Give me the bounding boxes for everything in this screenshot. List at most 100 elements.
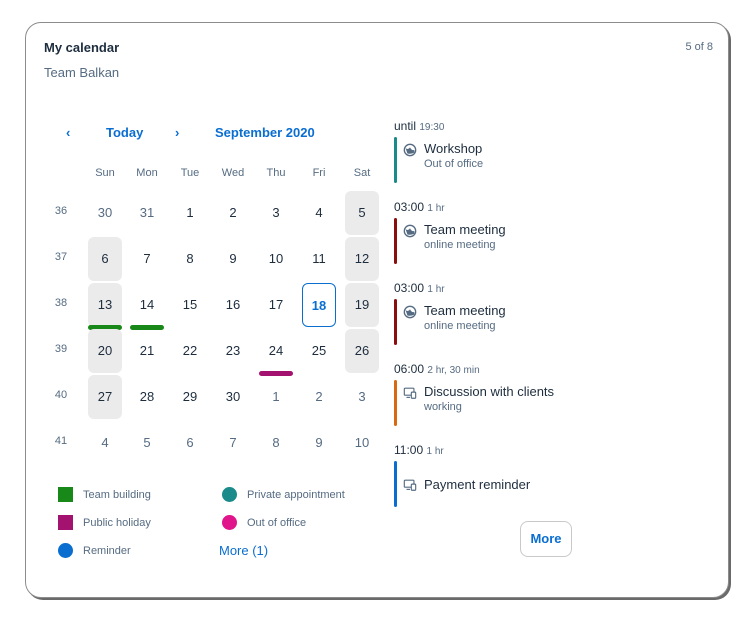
private-appointment-swatch bbox=[222, 487, 237, 502]
week-number: 40 bbox=[54, 389, 68, 401]
appointment-color-bar bbox=[394, 380, 397, 426]
calendar-day-number: 1 bbox=[272, 389, 280, 404]
legend-public-holiday: Public holiday bbox=[83, 517, 151, 529]
calendar-day[interactable]: 15 bbox=[173, 283, 207, 327]
calendar-day[interactable]: 14 bbox=[130, 283, 164, 330]
calendar-day[interactable]: 31 bbox=[130, 191, 164, 235]
calendar-day[interactable]: 17 bbox=[259, 283, 293, 327]
calendar-day-number: 6 bbox=[101, 251, 109, 266]
calendar-day[interactable]: 2 bbox=[302, 375, 336, 419]
calendar-day[interactable]: 9 bbox=[302, 421, 336, 465]
calendar-day-number: 9 bbox=[229, 251, 237, 266]
calendar-day[interactable]: 3 bbox=[259, 191, 293, 235]
month-year-button[interactable]: September 2020 bbox=[215, 125, 315, 141]
appointment-item[interactable]: 03:00 1 hr Team meeting online meeting bbox=[394, 281, 704, 345]
calendar-day-number: 4 bbox=[101, 435, 109, 450]
calendar-day-number: 27 bbox=[97, 389, 113, 404]
prev-month-button[interactable]: ‹ bbox=[66, 125, 70, 141]
calendar-day[interactable]: 3 bbox=[345, 375, 379, 419]
calendar-day[interactable]: 10 bbox=[345, 421, 379, 465]
appointment-duration: 2 hr, 30 min bbox=[427, 365, 480, 376]
card-counter: 5 of 8 bbox=[685, 41, 713, 53]
calendar-day[interactable]: 20 bbox=[88, 329, 122, 373]
calendar-day-number: 10 bbox=[268, 251, 284, 266]
calendar-day[interactable]: 30 bbox=[88, 191, 122, 235]
calendar-day[interactable]: 30 bbox=[216, 375, 250, 419]
calendar-day-number: 23 bbox=[225, 343, 241, 358]
calendar-day-number: 5 bbox=[358, 205, 366, 220]
calendar-day[interactable]: 27 bbox=[88, 375, 122, 419]
legend-team-building: Team building bbox=[83, 489, 151, 501]
calendar-day[interactable]: 4 bbox=[302, 191, 336, 235]
chevron-right-icon[interactable]: › bbox=[175, 125, 179, 140]
calendar-day-number: 9 bbox=[315, 435, 323, 450]
calendar-day[interactable]: 5 bbox=[130, 421, 164, 465]
weekday-wed: Wed bbox=[221, 167, 245, 179]
calendar-day[interactable]: 10 bbox=[259, 237, 293, 281]
appointment-color-bar bbox=[394, 137, 397, 183]
calendar-day-number: 15 bbox=[182, 297, 198, 312]
calendar-day[interactable]: 4 bbox=[88, 421, 122, 465]
calendar-day[interactable]: 22 bbox=[173, 329, 207, 373]
calendar-day-number: 17 bbox=[268, 297, 284, 312]
calendar-day[interactable]: 16 bbox=[216, 283, 250, 327]
appointment-color-bar bbox=[394, 461, 397, 507]
legend-more-link[interactable]: More (1) bbox=[219, 543, 268, 558]
appointment-time: until bbox=[394, 119, 417, 133]
appointment-description: online meeting bbox=[424, 320, 496, 332]
calendar-day-number: 21 bbox=[139, 343, 155, 358]
calendar-day[interactable]: 8 bbox=[173, 237, 207, 281]
legend-private-appointment: Private appointment bbox=[247, 489, 345, 501]
calendar-day[interactable]: 29 bbox=[173, 375, 207, 419]
calendar-day-number: 28 bbox=[139, 389, 155, 404]
calendar-day[interactable]: 21 bbox=[130, 329, 164, 373]
calendar-day-number: 7 bbox=[229, 435, 237, 450]
appointment-duration: 1 hr bbox=[427, 284, 445, 295]
more-button[interactable]: More bbox=[520, 521, 572, 557]
calendar-day[interactable]: 11 bbox=[302, 237, 336, 281]
today-button[interactable]: Today bbox=[106, 125, 143, 141]
chevron-left-icon[interactable]: ‹ bbox=[66, 125, 70, 140]
next-month-button[interactable]: › bbox=[175, 125, 179, 141]
card-title: My calendar bbox=[44, 40, 120, 55]
calendar-day[interactable]: 23 bbox=[216, 329, 250, 373]
calendar-day[interactable]: 25 bbox=[302, 329, 336, 373]
calendar-day[interactable]: 7 bbox=[216, 421, 250, 465]
week-number: 39 bbox=[54, 343, 68, 355]
calendar-day[interactable]: 1 bbox=[173, 191, 207, 235]
calendar-day-number: 2 bbox=[229, 205, 237, 220]
calendar-card: My calendar Team Balkan 5 of 8 ‹ Today ›… bbox=[25, 22, 729, 598]
appointment-description: working bbox=[424, 401, 462, 413]
appointment-item[interactable]: 03:00 1 hr Team meeting online meeting bbox=[394, 200, 704, 264]
calendar-day[interactable]: 24 bbox=[259, 329, 293, 376]
calendar-day-number: 29 bbox=[182, 389, 198, 404]
appointment-title: Discussion with clients bbox=[424, 384, 555, 399]
calendar-day-number: 19 bbox=[354, 297, 370, 312]
calendar-day-number: 8 bbox=[272, 435, 280, 450]
calendar-day[interactable]: 28 bbox=[130, 375, 164, 419]
calendar-day-number: 8 bbox=[186, 251, 194, 266]
card-subtitle: Team Balkan bbox=[44, 65, 120, 80]
appointment-title: Payment reminder bbox=[424, 477, 531, 492]
appointment-item[interactable]: 06:00 2 hr, 30 min Discussion with clien… bbox=[394, 362, 704, 426]
calendar-day[interactable]: 8 bbox=[259, 421, 293, 465]
calendar-day[interactable]: 7 bbox=[130, 237, 164, 281]
calendar-day[interactable]: 1 bbox=[259, 375, 293, 419]
appointment-item[interactable]: 11:00 1 hr Payment reminder bbox=[394, 443, 704, 507]
calendar-day-number: 16 bbox=[225, 297, 241, 312]
calendar-day-number: 1 bbox=[186, 205, 194, 220]
calendar-day[interactable]: 26 bbox=[345, 329, 379, 373]
weekday-mon: Mon bbox=[136, 167, 158, 179]
calendar-day[interactable]: 19 bbox=[345, 283, 379, 327]
calendar-day-number: 14 bbox=[139, 297, 155, 312]
calendar-day[interactable]: 2 bbox=[216, 191, 250, 235]
calendar-day[interactable]: 12 bbox=[345, 237, 379, 281]
calendar-day[interactable]: 6 bbox=[173, 421, 207, 465]
calendar-day[interactable]: 13 bbox=[88, 283, 122, 330]
calendar-day[interactable]: 6 bbox=[88, 237, 122, 281]
appointment-title: Team meeting bbox=[424, 222, 506, 237]
calendar-day[interactable]: 9 bbox=[216, 237, 250, 281]
appointment-item[interactable]: until 19:30 Workshop Out of office bbox=[394, 119, 704, 183]
calendar-day[interactable]: 5 bbox=[345, 191, 379, 235]
calendar-day[interactable]: 18 bbox=[302, 283, 336, 327]
